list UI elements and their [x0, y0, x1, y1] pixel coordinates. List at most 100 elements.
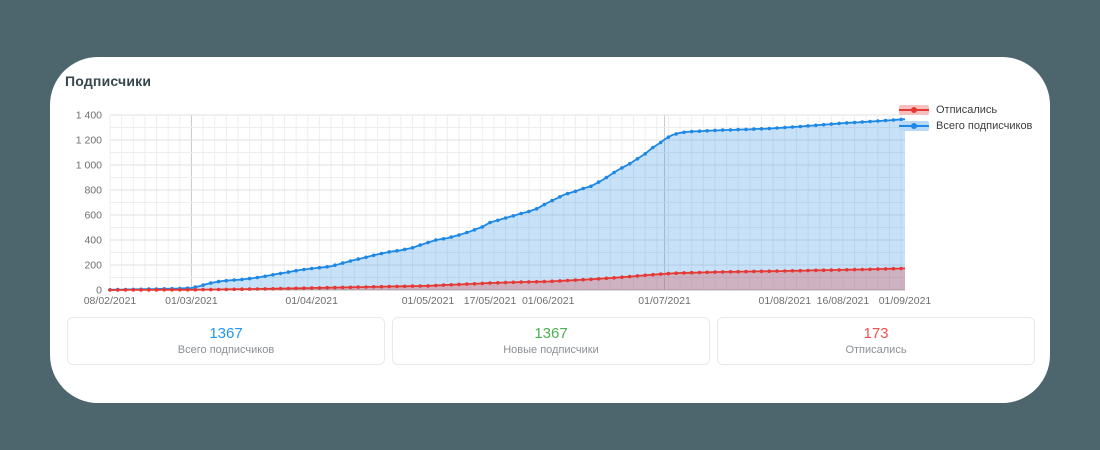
data-point[interactable] [247, 287, 252, 291]
data-point[interactable] [441, 237, 446, 241]
data-point[interactable] [302, 267, 306, 272]
data-point[interactable] [558, 195, 562, 199]
data-point[interactable] [821, 122, 826, 127]
data-point[interactable] [449, 283, 454, 287]
data-point[interactable] [860, 267, 865, 272]
data-point[interactable] [674, 132, 678, 136]
data-point[interactable] [418, 284, 423, 288]
data-point[interactable] [759, 127, 764, 131]
data-point[interactable] [193, 287, 198, 292]
data-point[interactable] [806, 268, 810, 273]
data-point[interactable] [240, 287, 244, 291]
data-point[interactable] [434, 283, 438, 288]
data-point[interactable] [620, 275, 624, 279]
data-point[interactable] [371, 253, 376, 258]
data-point[interactable] [550, 279, 554, 284]
data-point[interactable] [627, 162, 632, 166]
data-point[interactable] [503, 280, 508, 285]
data-point[interactable] [511, 214, 516, 218]
data-point[interactable] [488, 281, 492, 285]
data-point[interactable] [224, 287, 229, 292]
data-point[interactable] [255, 275, 260, 280]
data-point[interactable] [410, 246, 415, 250]
data-point[interactable] [775, 269, 779, 273]
data-point[interactable] [589, 184, 593, 189]
data-point[interactable] [697, 270, 702, 275]
data-point[interactable] [503, 216, 508, 220]
data-point[interactable] [340, 261, 345, 265]
data-point[interactable] [131, 288, 136, 292]
data-point[interactable] [883, 267, 888, 271]
data-point[interactable] [511, 280, 516, 285]
data-point[interactable] [263, 287, 267, 291]
data-point[interactable] [255, 287, 260, 291]
data-point[interactable] [472, 228, 477, 232]
data-point[interactable] [620, 166, 624, 170]
data-point[interactable] [883, 118, 888, 123]
data-point[interactable] [294, 286, 298, 291]
data-point[interactable] [426, 240, 430, 245]
data-point[interactable] [891, 266, 896, 271]
data-point[interactable] [558, 279, 562, 283]
data-point[interactable] [348, 259, 353, 263]
data-point[interactable] [635, 157, 640, 161]
data-point[interactable] [139, 288, 143, 292]
subscribers-chart[interactable]: 0 200 400 600 800 1 000 1 200 1 400 08/02/2021 01… [50, 57, 1050, 317]
data-point[interactable] [162, 288, 167, 292]
data-point[interactable] [689, 129, 694, 134]
data-point[interactable] [728, 128, 733, 132]
data-point[interactable] [720, 270, 725, 274]
data-point[interactable] [116, 288, 120, 292]
data-point[interactable] [674, 271, 678, 275]
data-point[interactable] [240, 277, 244, 282]
data-point[interactable] [216, 287, 221, 292]
data-point[interactable] [899, 266, 903, 271]
data-point[interactable] [798, 268, 803, 273]
data-point[interactable] [876, 267, 880, 271]
data-point[interactable] [581, 277, 585, 282]
data-point[interactable] [783, 125, 787, 130]
data-point[interactable] [527, 209, 531, 214]
data-point[interactable] [604, 175, 609, 180]
data-point[interactable] [837, 121, 841, 126]
data-point[interactable] [627, 274, 632, 279]
data-point[interactable] [178, 288, 182, 292]
data-point[interactable] [434, 238, 438, 242]
data-point[interactable] [534, 207, 539, 211]
data-point[interactable] [829, 122, 834, 126]
data-point[interactable] [806, 124, 810, 128]
data-point[interactable] [837, 268, 841, 272]
data-point[interactable] [278, 286, 283, 291]
data-point[interactable] [519, 211, 523, 216]
data-point[interactable] [845, 268, 849, 272]
data-point[interactable] [814, 268, 818, 273]
data-point[interactable] [232, 278, 236, 282]
data-point[interactable] [496, 281, 500, 285]
data-point[interactable] [356, 285, 361, 289]
data-point[interactable] [728, 270, 733, 274]
data-point[interactable] [232, 287, 236, 292]
data-point[interactable] [480, 281, 485, 286]
data-point[interactable] [224, 278, 229, 283]
data-point[interactable] [713, 270, 717, 274]
data-point[interactable] [123, 288, 128, 292]
data-point[interactable] [317, 286, 322, 290]
data-point[interactable] [720, 128, 725, 132]
data-point[interactable] [589, 277, 593, 282]
data-point[interactable] [480, 225, 485, 229]
data-point[interactable] [736, 269, 740, 274]
data-point[interactable] [426, 284, 430, 288]
data-point[interactable] [364, 255, 368, 260]
data-point[interactable] [263, 274, 267, 279]
data-point[interactable] [410, 284, 415, 288]
data-point[interactable] [364, 285, 368, 289]
data-point[interactable] [472, 282, 477, 286]
data-point[interactable] [596, 277, 601, 281]
data-point[interactable] [519, 280, 523, 284]
data-point[interactable] [325, 285, 330, 290]
data-point[interactable] [643, 273, 647, 278]
data-point[interactable] [147, 288, 151, 292]
data-point[interactable] [542, 202, 547, 207]
data-point[interactable] [752, 269, 756, 274]
data-point[interactable] [449, 235, 454, 239]
